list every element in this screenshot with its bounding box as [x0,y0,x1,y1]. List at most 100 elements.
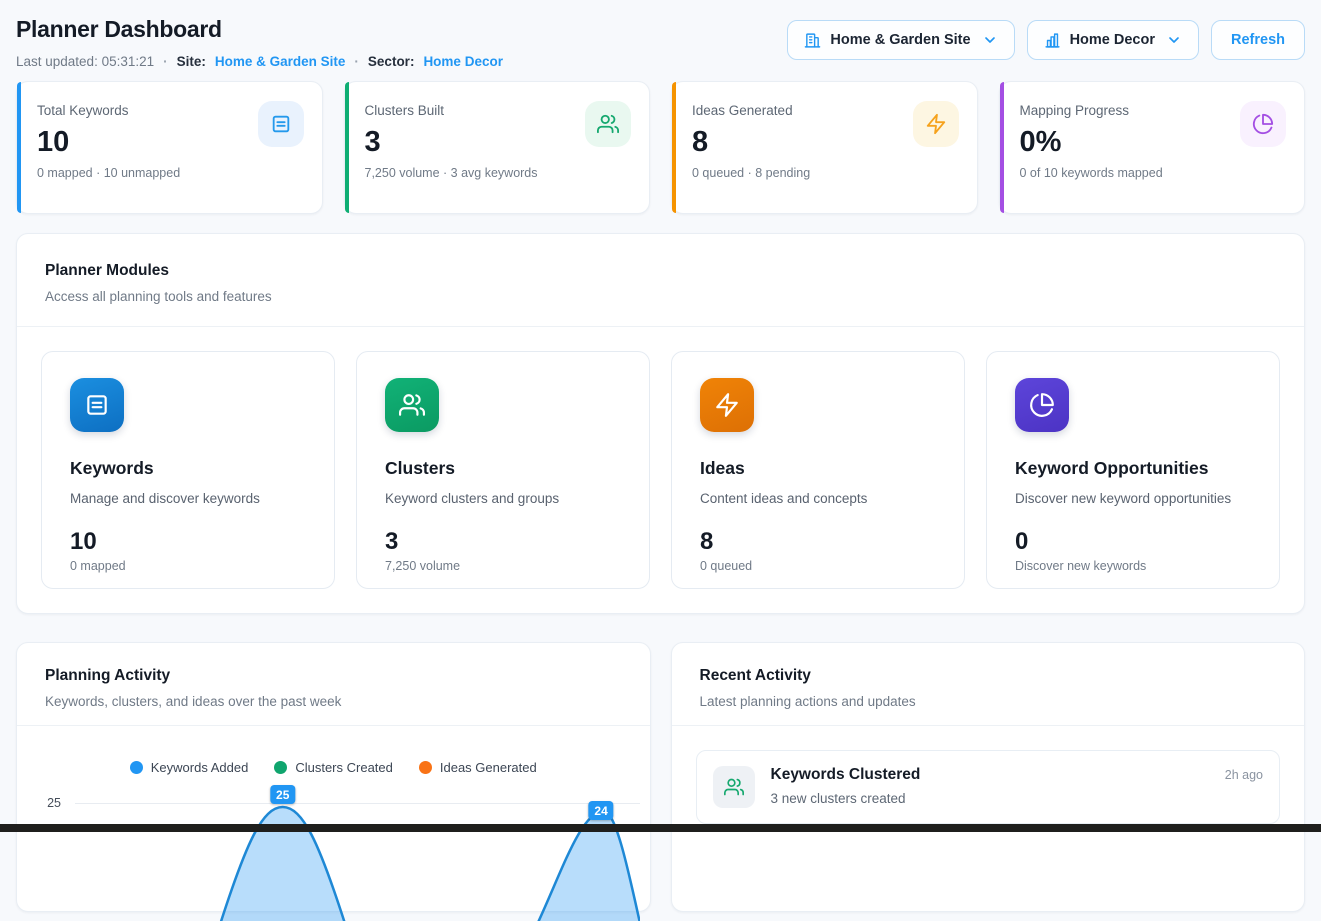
last-updated-text: Last updated: 05:31:21 [16,54,154,69]
data-point-label: 24 [588,801,613,820]
activity-title: Keywords Clustered [771,766,921,784]
sector-link[interactable]: Home Decor [423,54,503,69]
site-dropdown-label: Home & Garden Site [830,32,970,48]
users-icon [385,378,439,432]
activity-timestamp: 2h ago [1225,768,1263,782]
module-stat: 0 [1015,529,1251,555]
sector-label: Sector: [368,54,415,69]
pie-chart-icon [1240,101,1286,147]
section-subtitle: Access all planning tools and features [45,289,1276,304]
legend-label: Ideas Generated [440,760,537,775]
stat-detail: 0 of 10 keywords mapped [1020,166,1285,180]
module-description: Content ideas and concepts [700,491,936,506]
recent-activity-header: Recent Activity Latest planning actions … [672,643,1305,725]
pie-chart-icon [1015,378,1069,432]
section-subtitle: Keywords, clusters, and ideas over the p… [45,694,622,709]
stat-detail: 0 mapped · 10 unmapped [37,166,302,180]
activity-top-row: Keywords Clustered 2h ago [771,766,1264,784]
stat-card-total-keywords: Total Keywords 10 0 mapped · 10 unmapped [16,81,323,214]
header-controls: Home & Garden Site Home Decor Refresh [787,20,1305,60]
refresh-button[interactable]: Refresh [1211,20,1305,60]
sector-dropdown-label: Home Decor [1070,32,1155,48]
data-point-label: 25 [270,785,295,804]
meta-separator: · [163,54,168,69]
module-card-keywords[interactable]: Keywords Manage and discover keywords 10… [41,351,335,589]
section-title: Planning Activity [45,667,622,685]
section-title: Recent Activity [700,667,1277,685]
site-label: Site: [177,54,206,69]
stat-card-clusters-built: Clusters Built 3 7,250 volume · 3 avg ke… [344,81,651,214]
sector-dropdown-button[interactable]: Home Decor [1027,20,1199,60]
module-card-clusters[interactable]: Clusters Keyword clusters and groups 3 7… [356,351,650,589]
screen-bottom-bar [0,824,1321,832]
page-title: Planner Dashboard [16,14,503,44]
document-icon [258,101,304,147]
planner-dashboard-page: Planner Dashboard Last updated: 05:31:21… [0,0,1321,912]
bolt-icon [700,378,754,432]
chart-plot-area: 25 24 [75,781,640,911]
module-stat: 8 [700,529,936,555]
keywords-added-area-series [75,781,640,921]
legend-item-clusters-created: Clusters Created [274,760,393,775]
legend-dot-icon [130,761,143,774]
bar-chart-icon [1044,32,1061,49]
recent-activity-panel: Recent Activity Latest planning actions … [671,642,1306,912]
module-stat-label: 0 mapped [70,559,306,573]
module-title: Ideas [700,458,936,479]
activity-content: Keywords Clustered 2h ago 3 new clusters… [771,766,1264,806]
stat-detail: 7,250 volume · 3 avg keywords [365,166,630,180]
bottom-row: Planning Activity Keywords, clusters, an… [16,642,1305,912]
activity-item-keywords-clustered[interactable]: Keywords Clustered 2h ago 3 new clusters… [696,750,1281,824]
divider [17,725,650,726]
planner-modules-panel: Planner Modules Access all planning tool… [16,233,1305,614]
module-description: Manage and discover keywords [70,491,306,506]
chevron-down-icon [982,32,998,48]
section-title: Planner Modules [45,262,1276,280]
users-icon [713,766,755,808]
activity-description: 3 new clusters created [771,791,1264,806]
planning-activity-panel: Planning Activity Keywords, clusters, an… [16,642,651,912]
module-title: Clusters [385,458,621,479]
stat-card-mapping-progress: Mapping Progress 0% 0 of 10 keywords map… [999,81,1306,214]
chart-plot: 25 25 24 [17,781,650,911]
module-title: Keyword Opportunities [1015,458,1251,479]
header-left: Planner Dashboard Last updated: 05:31:21… [16,14,503,70]
chart-legend: Keywords Added Clusters Created Ideas Ge… [17,760,650,775]
module-card-ideas[interactable]: Ideas Content ideas and concepts 8 0 que… [671,351,965,589]
document-icon [70,378,124,432]
module-card-keyword-opportunities[interactable]: Keyword Opportunities Discover new keywo… [986,351,1280,589]
bolt-icon [913,101,959,147]
module-stat-label: Discover new keywords [1015,559,1251,573]
legend-label: Clusters Created [295,760,393,775]
stat-detail: 0 queued · 8 pending [692,166,957,180]
legend-dot-icon [274,761,287,774]
stat-card-ideas-generated: Ideas Generated 8 0 queued · 8 pending [671,81,978,214]
site-link[interactable]: Home & Garden Site [215,54,346,69]
module-stat-label: 0 queued [700,559,936,573]
site-dropdown-button[interactable]: Home & Garden Site [787,20,1014,60]
modules-grid: Keywords Manage and discover keywords 10… [17,327,1304,613]
refresh-label: Refresh [1231,32,1285,48]
planner-modules-header: Planner Modules Access all planning tool… [17,234,1304,326]
header-meta: Last updated: 05:31:21 · Site: Home & Ga… [16,52,503,70]
stat-cards-row: Total Keywords 10 0 mapped · 10 unmapped… [16,81,1305,214]
module-stat-label: 7,250 volume [385,559,621,573]
module-description: Keyword clusters and groups [385,491,621,506]
legend-dot-icon [419,761,432,774]
planning-activity-header: Planning Activity Keywords, clusters, an… [17,643,650,725]
y-axis-tick: 25 [17,781,75,911]
chevron-down-icon [1166,32,1182,48]
section-subtitle: Latest planning actions and updates [700,694,1277,709]
module-title: Keywords [70,458,306,479]
module-description: Discover new keyword opportunities [1015,491,1251,506]
legend-item-ideas-generated: Ideas Generated [419,760,537,775]
module-stat: 3 [385,529,621,555]
meta-separator: · [354,54,359,69]
building-icon [804,32,821,49]
legend-label: Keywords Added [151,760,249,775]
activity-chart: Keywords Added Clusters Created Ideas Ge… [17,760,650,911]
header: Planner Dashboard Last updated: 05:31:21… [16,14,1305,70]
users-icon [585,101,631,147]
legend-item-keywords-added: Keywords Added [130,760,249,775]
module-stat: 10 [70,529,306,555]
